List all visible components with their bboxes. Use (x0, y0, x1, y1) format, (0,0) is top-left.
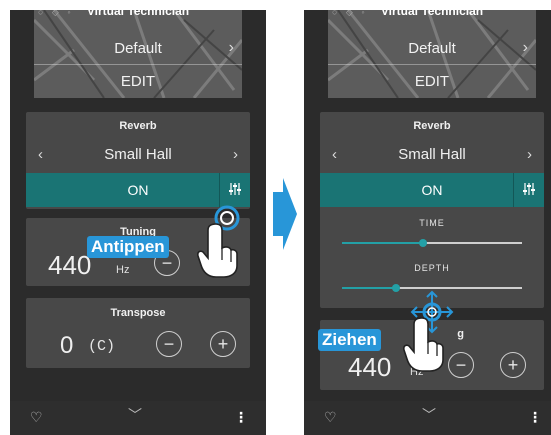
edit-label: EDIT (120, 72, 156, 90)
reverb-card: Reverb ‹ Small Hall › ON (26, 112, 250, 209)
reverb-type-selector[interactable]: ‹ Small Hall › (320, 142, 544, 166)
tuning-value: 440 (348, 352, 392, 382)
preset-selector[interactable]: Default › (328, 32, 536, 65)
chevron-down-icon[interactable]: ﹀ (128, 405, 142, 425)
virtual-technician-panel: ○ ◇ ◦ Virtual Technician Default › EDIT (328, 10, 536, 98)
tuning-unit: Hz (116, 264, 130, 276)
transpose-plus-button[interactable]: + (210, 331, 236, 357)
reverb-state-label: ON (127, 182, 149, 198)
hand-icon (403, 317, 444, 372)
depth-slider-thumb[interactable] (392, 284, 400, 292)
transpose-title: Transpose (110, 307, 166, 319)
phone-screen-left: ○ ◇ ◦ Virtual Technician Default › EDIT … (10, 10, 266, 435)
tap-callout: Antippen (87, 236, 169, 258)
reverb-card: Reverb ‹ Small Hall › ON TIME DEPTH (320, 112, 544, 308)
chevron-left-icon[interactable]: ‹ (332, 146, 337, 163)
menu-icon[interactable]: ⋮ (234, 409, 248, 426)
edit-label: EDIT (414, 72, 450, 90)
equalizer-icon[interactable] (228, 182, 242, 196)
chevron-right-icon[interactable]: › (527, 146, 532, 163)
bottom-bar: ♡ ﹀ ⋮ (304, 401, 551, 435)
tuning-minus-button[interactable]: − (448, 352, 474, 378)
arrow-right-icon (273, 178, 297, 250)
time-slider-thumb[interactable] (419, 239, 427, 247)
transpose-value: 0 (60, 332, 74, 359)
page-title: Virtual Technician (380, 10, 484, 18)
reverb-type-selector[interactable]: ‹ Small Hall › (26, 142, 250, 166)
time-slider-fill (342, 242, 423, 244)
transpose-card: Transpose 0 (C) − + (26, 298, 250, 368)
virtual-technician-panel: ○ ◇ ◦ Virtual Technician Default › EDIT (34, 10, 242, 98)
tuning-value: 440 (48, 250, 92, 280)
reverb-type-label: Small Hall (398, 145, 466, 163)
chevron-down-icon[interactable]: ﹀ (422, 405, 436, 425)
drag-callout: Ziehen (318, 329, 381, 351)
reverb-on-toggle[interactable]: ON (26, 173, 250, 207)
reverb-title: Reverb (119, 120, 157, 132)
heart-icon[interactable]: ♡ (324, 409, 337, 426)
chevron-right-icon[interactable]: › (233, 146, 238, 163)
transpose-minus-button[interactable]: − (156, 331, 182, 357)
chevron-right-icon: › (522, 39, 528, 56)
phone-screen-right: ○ ◇ ◦ Virtual Technician Default › EDIT … (304, 10, 551, 435)
edit-button[interactable]: EDIT (34, 65, 242, 97)
chevron-left-icon[interactable]: ‹ (38, 146, 43, 163)
preset-label: Default (408, 39, 456, 57)
depth-slider-fill (342, 287, 396, 289)
preset-selector[interactable]: Default › (34, 32, 242, 65)
transpose-key: (C) (88, 338, 116, 355)
reverb-state-label: ON (421, 182, 443, 198)
edit-button[interactable]: EDIT (328, 65, 536, 97)
depth-label: DEPTH (414, 263, 450, 273)
reverb-title: Reverb (413, 120, 451, 132)
hand-icon (197, 223, 238, 278)
reverb-on-toggle[interactable]: ON (320, 173, 544, 207)
time-label: TIME (419, 218, 445, 228)
reverb-type-label: Small Hall (104, 145, 172, 163)
menu-icon[interactable]: ⋮ (528, 409, 542, 426)
page-title: Virtual Technician (86, 10, 190, 18)
equalizer-icon[interactable] (522, 182, 536, 196)
time-slider[interactable] (342, 239, 522, 247)
bottom-bar: ♡ ﹀ ⋮ (10, 401, 266, 435)
preset-label: Default (114, 39, 162, 57)
heart-icon[interactable]: ♡ (30, 409, 43, 426)
chevron-right-icon: › (228, 39, 234, 56)
tuning-plus-button[interactable]: + (500, 352, 526, 378)
